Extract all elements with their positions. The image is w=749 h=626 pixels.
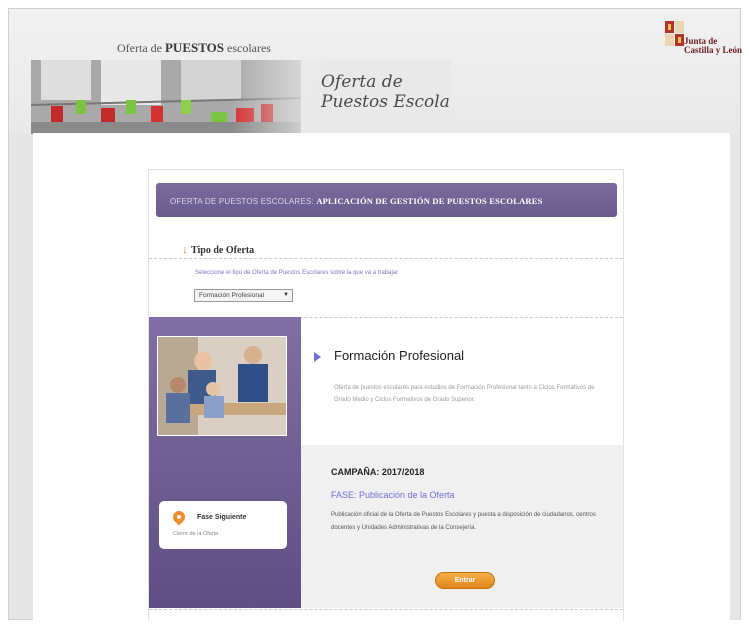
phase-description: Publicación oficial de la Oferta de Pues… xyxy=(331,512,596,531)
header-banner: Oferta de Puestos Escolares xyxy=(31,60,451,134)
offer-type-heading: ↓ Tipo de Oferta xyxy=(182,242,254,257)
page-gutter xyxy=(730,133,740,620)
card-header: OFERTA DE PUESTOS ESCOLARES: APLICACIÓN … xyxy=(156,183,617,217)
phase-link[interactable]: FASE: Publicación de la Oferta xyxy=(331,490,455,500)
play-arrow-icon xyxy=(314,352,321,362)
offer-summary: Formación Profesional Oferta de puestos … xyxy=(301,330,623,444)
card-header-app-name: APLICACIÓN DE GESTIÓN DE PUESTOS ESCOLAR… xyxy=(316,196,543,206)
offer-type-hint: Seleccione el tipo de Oferta de Puestos … xyxy=(195,270,399,276)
offer-type-label: Tipo de Oferta xyxy=(191,245,255,256)
offer-sidebar: Fase Siguiente Cierre de la Oferta xyxy=(149,317,301,608)
coat-of-arms-icon xyxy=(664,19,686,49)
campaign-panel: CAMPAÑA: 2017/2018 FASE: Publicación de … xyxy=(301,445,623,608)
map-pin-dot xyxy=(177,515,181,519)
site-title-bold: PUESTOS xyxy=(164,40,224,55)
offer-type-select[interactable]: Formación Profesional ▼ xyxy=(194,289,293,302)
divider xyxy=(149,609,623,610)
next-phase-title: Fase Siguiente xyxy=(197,514,247,521)
enter-button[interactable]: Entrar xyxy=(435,572,495,589)
next-phase-box[interactable]: Fase Siguiente Cierre de la Oferta xyxy=(159,501,287,549)
dropdown-caret-icon: ▼ xyxy=(283,292,289,298)
offer-description: Oferta de puestos escolares para estudio… xyxy=(334,385,595,403)
junta-logo[interactable]: Junta de Castilla y León xyxy=(662,19,742,63)
campaign-label: CAMPAÑA: 2017/2018 xyxy=(331,467,425,477)
offer-type-selected: Formación Profesional xyxy=(199,292,265,299)
banner-title: Oferta de Puestos Escolares xyxy=(321,72,451,112)
arrow-down-icon: ↓ xyxy=(182,242,188,256)
logo-text: Junta de Castilla y León xyxy=(684,36,743,55)
card-header-prefix: OFERTA DE PUESTOS ESCOLARES: xyxy=(170,197,314,206)
divider xyxy=(149,258,623,259)
site-title-suffix: escolares xyxy=(224,41,271,55)
page-frame: Oferta de PUESTOS escolares Oferta de Pu… xyxy=(8,8,742,621)
site-header: Oferta de PUESTOS escolares Oferta de Pu… xyxy=(9,9,742,134)
next-phase-subtitle: Cierre de la Oferta xyxy=(173,531,219,537)
site-title: Oferta de PUESTOS escolares xyxy=(117,40,271,56)
offer-card: OFERTA DE PUESTOS ESCOLARES: APLICACIÓN … xyxy=(148,169,624,621)
offer-title: Formación Profesional xyxy=(334,348,465,363)
workshop-photo xyxy=(157,336,287,436)
site-title-prefix: Oferta de xyxy=(117,41,165,55)
main-content: OFERTA DE PUESTOS ESCOLARES: APLICACIÓN … xyxy=(33,133,730,621)
